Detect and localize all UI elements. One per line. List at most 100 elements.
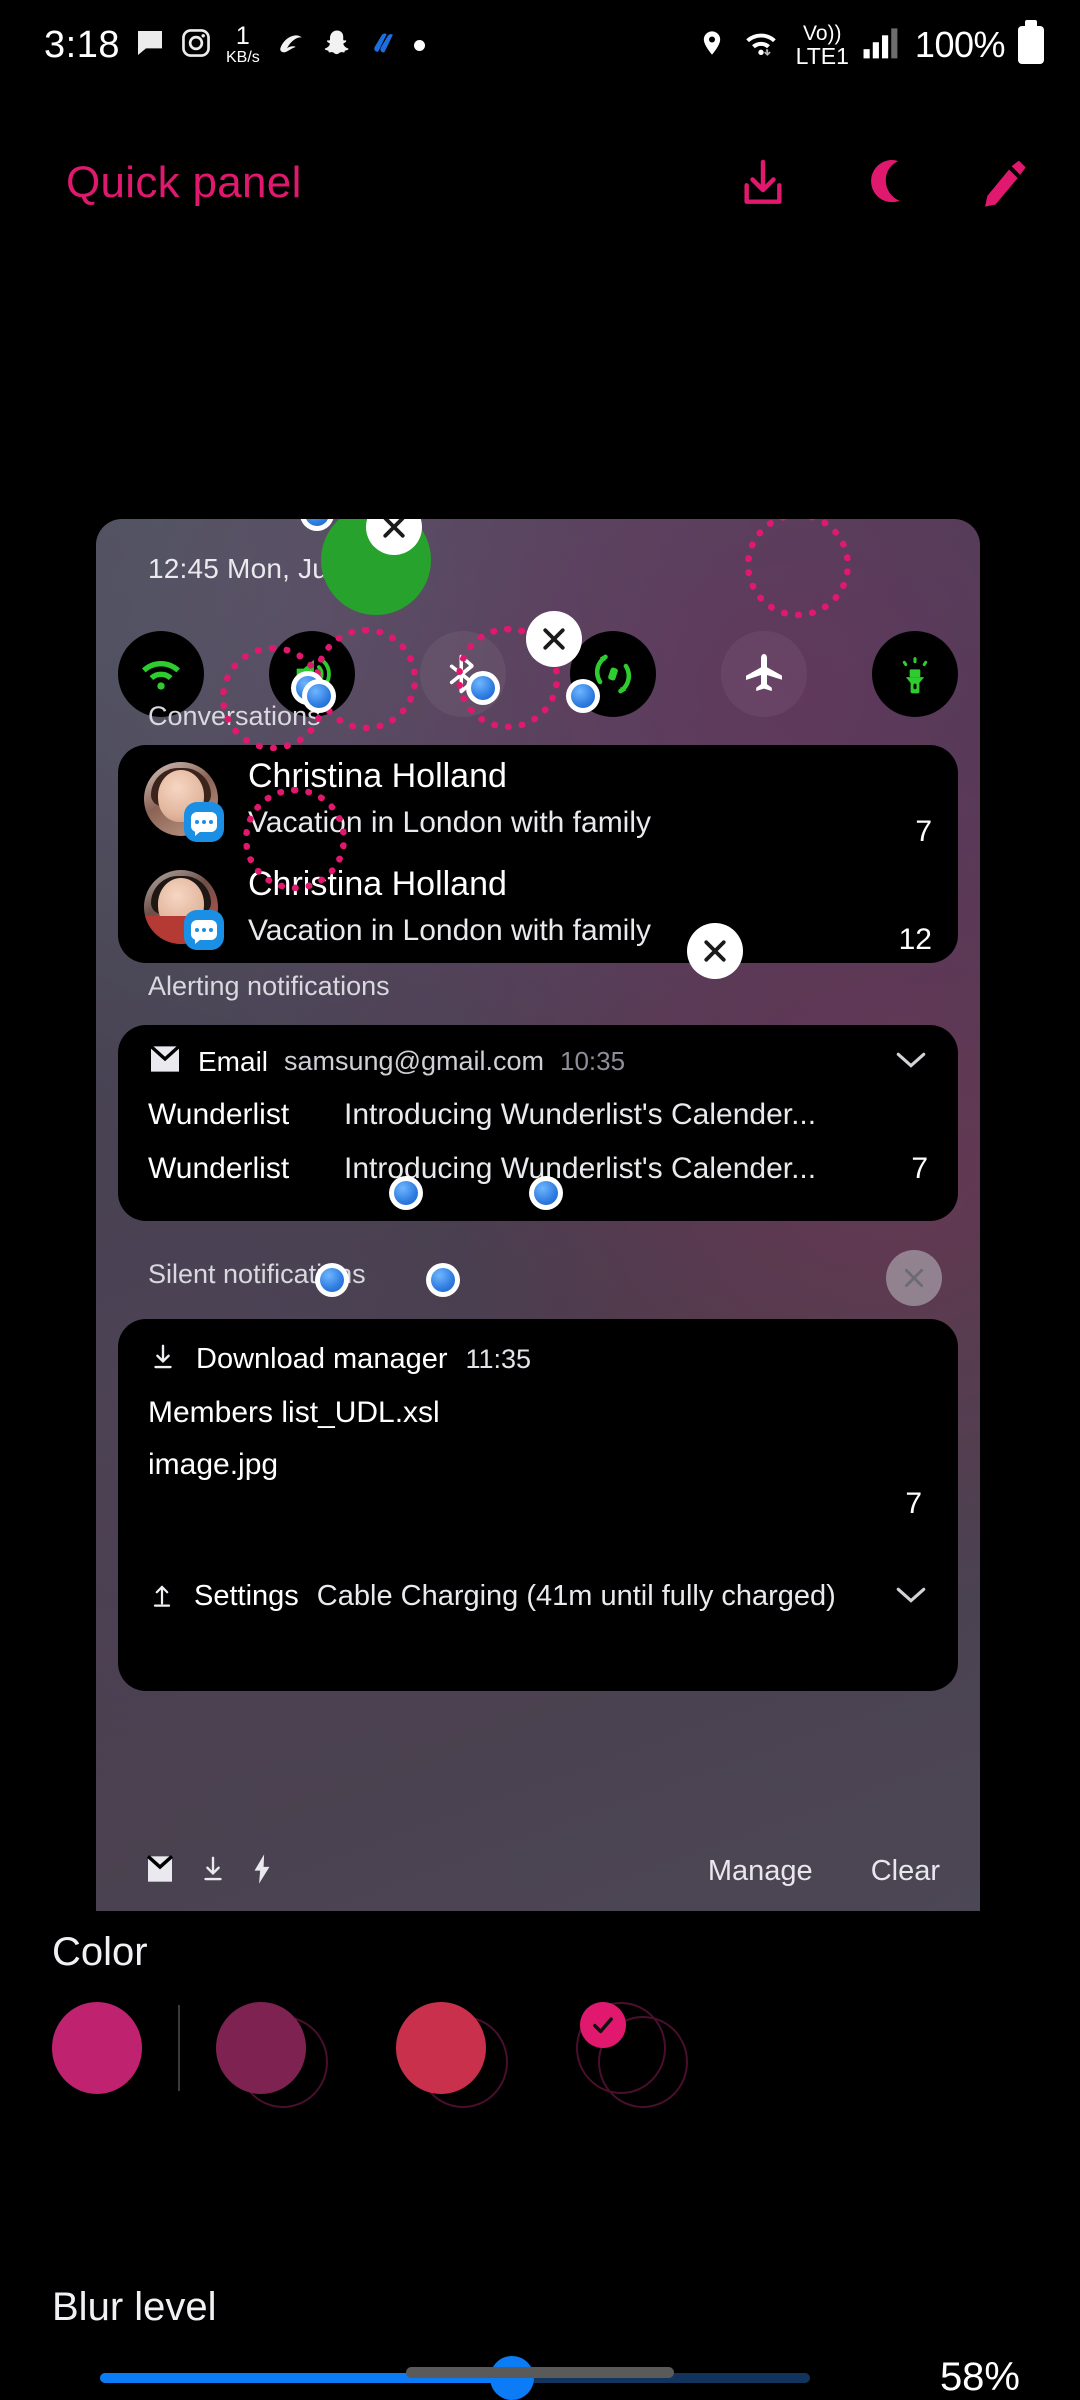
pointer-marker (315, 1263, 349, 1297)
status-bar-right: Vo)) LTE1 100% (698, 20, 1044, 68)
wifi-icon (739, 26, 783, 65)
pointer-marker (426, 1263, 460, 1297)
conversations-card: Christina Holland Vacation in London wit… (118, 745, 958, 963)
pencil-icon[interactable] (972, 152, 1034, 214)
blur-level-value: 58% (939, 2355, 1020, 2399)
close-icon[interactable] (526, 611, 582, 667)
avatar (144, 762, 224, 842)
home-indicator[interactable] (406, 2367, 674, 2378)
download-icon[interactable] (732, 152, 794, 214)
conversation-count: 7 (915, 815, 932, 848)
clear-silent-button[interactable] (886, 1250, 942, 1306)
data-speed-value: 1 (235, 22, 250, 50)
preview-clock: 12:45 Mon, July (148, 553, 349, 584)
manage-button[interactable]: Manage (708, 1855, 813, 1888)
volte-icon: Vo)) LTE1 (796, 23, 849, 68)
download-icon (148, 1341, 178, 1378)
annotation-circle (314, 627, 418, 731)
email-icon (148, 1045, 182, 1078)
download-time: 11:35 (465, 1344, 532, 1374)
battery-percent-label: 100% (914, 24, 1006, 65)
email-sender: Wunderlist (148, 1098, 290, 1131)
email-sender: Wunderlist (148, 1152, 290, 1185)
check-icon (580, 2002, 626, 2048)
page-title: Quick panel (66, 158, 302, 207)
dot-icon (413, 39, 425, 51)
color-swatch-row (52, 2002, 688, 2108)
status-bar: 3:18 1 KB/s Vo)) LTE1 100% (0, 0, 1080, 90)
swatch-transparent[interactable] (576, 2002, 688, 2108)
chevron-down-icon[interactable] (894, 1047, 928, 1077)
data-speed-icon: 1 KB/s (226, 24, 260, 66)
messages-app-badge-icon (184, 910, 224, 950)
email-row[interactable]: Wunderlist Introducing Wunderlist's Cale… (118, 1098, 958, 1132)
conversation-name: Christina Holland (248, 865, 507, 904)
signal-icon (862, 26, 902, 65)
email-subject: Introducing Wunderlist's Calender... (344, 1152, 817, 1185)
divider (178, 2005, 180, 2091)
settings-text: Cable Charging (41m until fully charged) (316, 1580, 836, 1612)
color-section: Color (52, 1930, 148, 1975)
charging-icon[interactable] (250, 1853, 274, 1890)
volte-top: Vo)) (803, 21, 842, 45)
quick-panel-preview: 12:45 Mon, July Conversations Christina … (96, 519, 980, 1911)
conversation-message: Vacation in London with family (248, 914, 652, 948)
download-count: 7 (905, 1487, 922, 1520)
email-subject: Introducing Wunderlist's Calender... (344, 1098, 817, 1131)
email-app-name: Email (198, 1045, 269, 1077)
pointer-marker (466, 671, 500, 705)
download-file: image.jpg (148, 1448, 279, 1481)
pointer-marker (566, 679, 600, 713)
charging-upload-icon (148, 1578, 176, 1615)
snapchat-icon (322, 27, 352, 64)
status-bar-left: 3:18 1 KB/s (44, 24, 425, 67)
footer-icons (144, 1853, 274, 1890)
avatar (144, 870, 224, 950)
airtel-icon (274, 27, 308, 64)
conversation-count: 12 (898, 923, 932, 956)
messages-icon (134, 27, 166, 64)
swatch-plum[interactable] (216, 2002, 328, 2108)
swatch-magenta[interactable] (52, 2002, 142, 2094)
chevron-down-icon[interactable] (894, 1582, 928, 1612)
pointer-marker (529, 1176, 563, 1210)
close-icon[interactable] (687, 923, 743, 979)
list-item[interactable]: Christina Holland Vacation in London wit… (118, 853, 958, 961)
pointer-marker (389, 1176, 423, 1210)
annotation-circle (243, 787, 347, 891)
section-label-alerting: Alerting notifications (148, 971, 390, 1001)
app-bar-actions (732, 152, 1034, 214)
clear-button[interactable]: Clear (871, 1855, 940, 1888)
email-account: samsung@gmail.com (284, 1046, 545, 1076)
conversation-name: Christina Holland (248, 757, 507, 796)
silent-notification-card[interactable]: Download manager 11:35 Members list_UDL.… (118, 1319, 958, 1691)
email-time: 10:35 (560, 1046, 626, 1076)
moon-icon[interactable] (852, 152, 914, 214)
instagram-icon (180, 27, 212, 64)
footer-actions: Manage Clear (708, 1855, 940, 1888)
volte-bottom: LTE1 (795, 42, 849, 69)
pointer-marker (302, 679, 336, 713)
app-bar: Quick panel (0, 128, 1080, 238)
swatch-crimson[interactable] (396, 2002, 508, 2108)
settings-notification-row[interactable]: Settings Cable Charging (41m until fully… (118, 1578, 958, 1615)
download-file: Members list_UDL.xsl (148, 1396, 440, 1429)
color-section-title: Color (52, 1930, 148, 1974)
battery-icon (1018, 20, 1044, 64)
status-time: 3:18 (44, 23, 120, 66)
location-icon (698, 26, 726, 65)
jio-icon (366, 27, 400, 64)
download-app-name: Download manager (196, 1343, 448, 1375)
download-icon[interactable] (198, 1853, 228, 1890)
preview-footer: Manage Clear (96, 1831, 980, 1911)
settings-app-name: Settings (194, 1580, 299, 1612)
data-speed-unit: KB/s (225, 49, 260, 66)
email-count: 7 (911, 1152, 928, 1185)
email-header: Email samsung@gmail.com 10:35 (118, 1025, 958, 1078)
blur-section-title: Blur level (52, 2285, 217, 2329)
email-icon[interactable] (144, 1853, 176, 1890)
flashlight-toggle[interactable] (871, 631, 958, 717)
airplane-mode-toggle[interactable] (721, 631, 808, 717)
download-header: Download manager 11:35 (118, 1319, 958, 1378)
messages-app-badge-icon (184, 802, 224, 842)
